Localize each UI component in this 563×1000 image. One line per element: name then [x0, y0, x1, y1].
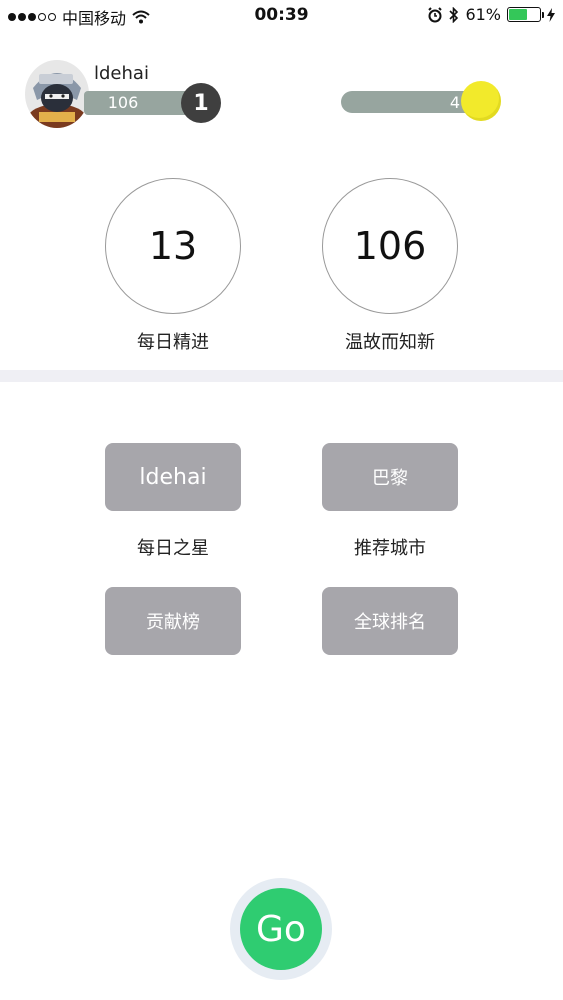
daily-progress-value: 13: [148, 224, 198, 268]
review-circle[interactable]: 106: [322, 178, 458, 314]
daily-progress-circle[interactable]: 13: [105, 178, 241, 314]
battery-percent: 61%: [465, 5, 501, 24]
recommended-city-caption: 推荐城市: [354, 538, 426, 559]
avatar[interactable]: [25, 60, 89, 128]
app-screen: 中国移动 00:39 61% ldehai 106 1 4 13 每日精进 10…: [0, 0, 563, 1000]
recommended-city-button[interactable]: 巴黎: [322, 443, 458, 511]
alarm-icon: [428, 6, 443, 22]
coin-count: 4: [449, 93, 460, 112]
review-label: 温故而知新: [345, 332, 435, 353]
bluetooth-icon: [449, 6, 459, 23]
daily-star-caption: 每日之星: [137, 538, 209, 559]
battery-icon: [507, 7, 544, 22]
status-bar: 中国移动 00:39 61%: [0, 0, 563, 30]
charging-icon: [547, 7, 555, 22]
go-button[interactable]: Go: [240, 888, 322, 970]
username: ldehai: [94, 63, 149, 84]
level-badge: 1: [181, 83, 221, 123]
battery-level: [509, 9, 527, 20]
review-value: 106: [353, 224, 427, 268]
daily-star-button[interactable]: ldehai: [105, 443, 241, 511]
xp-value: 106: [107, 93, 139, 112]
daily-progress-label: 每日精进: [137, 332, 209, 353]
global-ranking-button[interactable]: 全球排名: [322, 587, 458, 655]
tennis-ball-icon: [461, 81, 501, 121]
status-right: 61%: [427, 5, 555, 24]
contribution-ranking-button[interactable]: 贡献榜: [105, 587, 241, 655]
section-divider: [0, 370, 563, 382]
